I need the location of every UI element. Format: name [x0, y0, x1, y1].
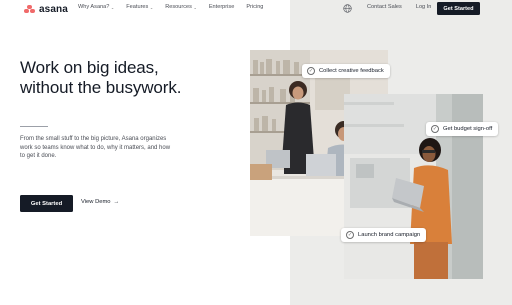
nav-item-resources[interactable]: Resources ⌄	[165, 4, 197, 10]
tag-launch-brand-campaign: ✓ Launch brand campaign	[341, 228, 427, 242]
nav-item-why-asana[interactable]: Why Asana? ⌄	[78, 4, 114, 10]
top-navigation: asana Why Asana? ⌄ Features ⌄ Resources …	[0, 0, 512, 18]
view-demo-link[interactable]: View Demo →	[81, 199, 119, 205]
nav-item-label: Resources	[165, 4, 192, 10]
page: asana Why Asana? ⌄ Features ⌄ Resources …	[0, 0, 512, 305]
nav-item-label: Features	[126, 4, 149, 10]
check-circle-icon: ✓	[346, 231, 354, 239]
nav-item-features[interactable]: Features ⌄	[126, 4, 153, 10]
hero-divider	[20, 126, 48, 127]
asana-logo[interactable]: asana	[24, 3, 68, 15]
asana-logo-icon	[24, 4, 35, 14]
hero-headline: Work on big ideas, without the busywork.	[20, 58, 285, 98]
hero-get-started-button[interactable]: Get Started	[20, 195, 73, 212]
brand-name: asana	[39, 3, 68, 15]
secondary-nav-links: Contact Sales Log In	[367, 4, 431, 10]
view-demo-label: View Demo	[81, 199, 111, 205]
headline-line-2: without the busywork.	[20, 78, 182, 97]
headline-line-1: Work on big ideas,	[20, 58, 159, 77]
check-circle-icon: ✓	[307, 67, 315, 75]
arrow-right-icon: →	[113, 199, 120, 205]
nav-item-label: Pricing	[246, 4, 264, 10]
primary-nav-links: Why Asana? ⌄ Features ⌄ Resources ⌄ Ente…	[78, 4, 263, 10]
globe-icon[interactable]	[343, 4, 352, 13]
nav-item-label: Why Asana?	[78, 4, 110, 10]
chevron-down-icon: ⌄	[110, 4, 115, 10]
contact-sales-link[interactable]: Contact Sales	[367, 4, 402, 10]
hero-subtext: From the small stuff to the big picture,…	[20, 136, 171, 160]
nav-item-label: Enterprise	[208, 4, 235, 10]
check-circle-icon: ✓	[431, 125, 439, 133]
tag-label: Get budget sign-off	[443, 126, 493, 132]
tag-get-budget-sign-off: ✓ Get budget sign-off	[426, 122, 499, 136]
tag-label: Collect creative feedback	[319, 68, 384, 74]
chevron-down-icon: ⌄	[149, 4, 154, 10]
nav-item-enterprise[interactable]: Enterprise	[209, 4, 235, 10]
log-in-link[interactable]: Log In	[416, 4, 432, 10]
chevron-down-icon: ⌄	[193, 4, 197, 10]
nav-item-pricing[interactable]: Pricing	[246, 4, 263, 10]
tag-label: Launch brand campaign	[358, 232, 421, 238]
nav-get-started-button[interactable]: Get Started	[437, 2, 480, 15]
tag-collect-creative-feedback: ✓ Collect creative feedback	[302, 64, 390, 78]
